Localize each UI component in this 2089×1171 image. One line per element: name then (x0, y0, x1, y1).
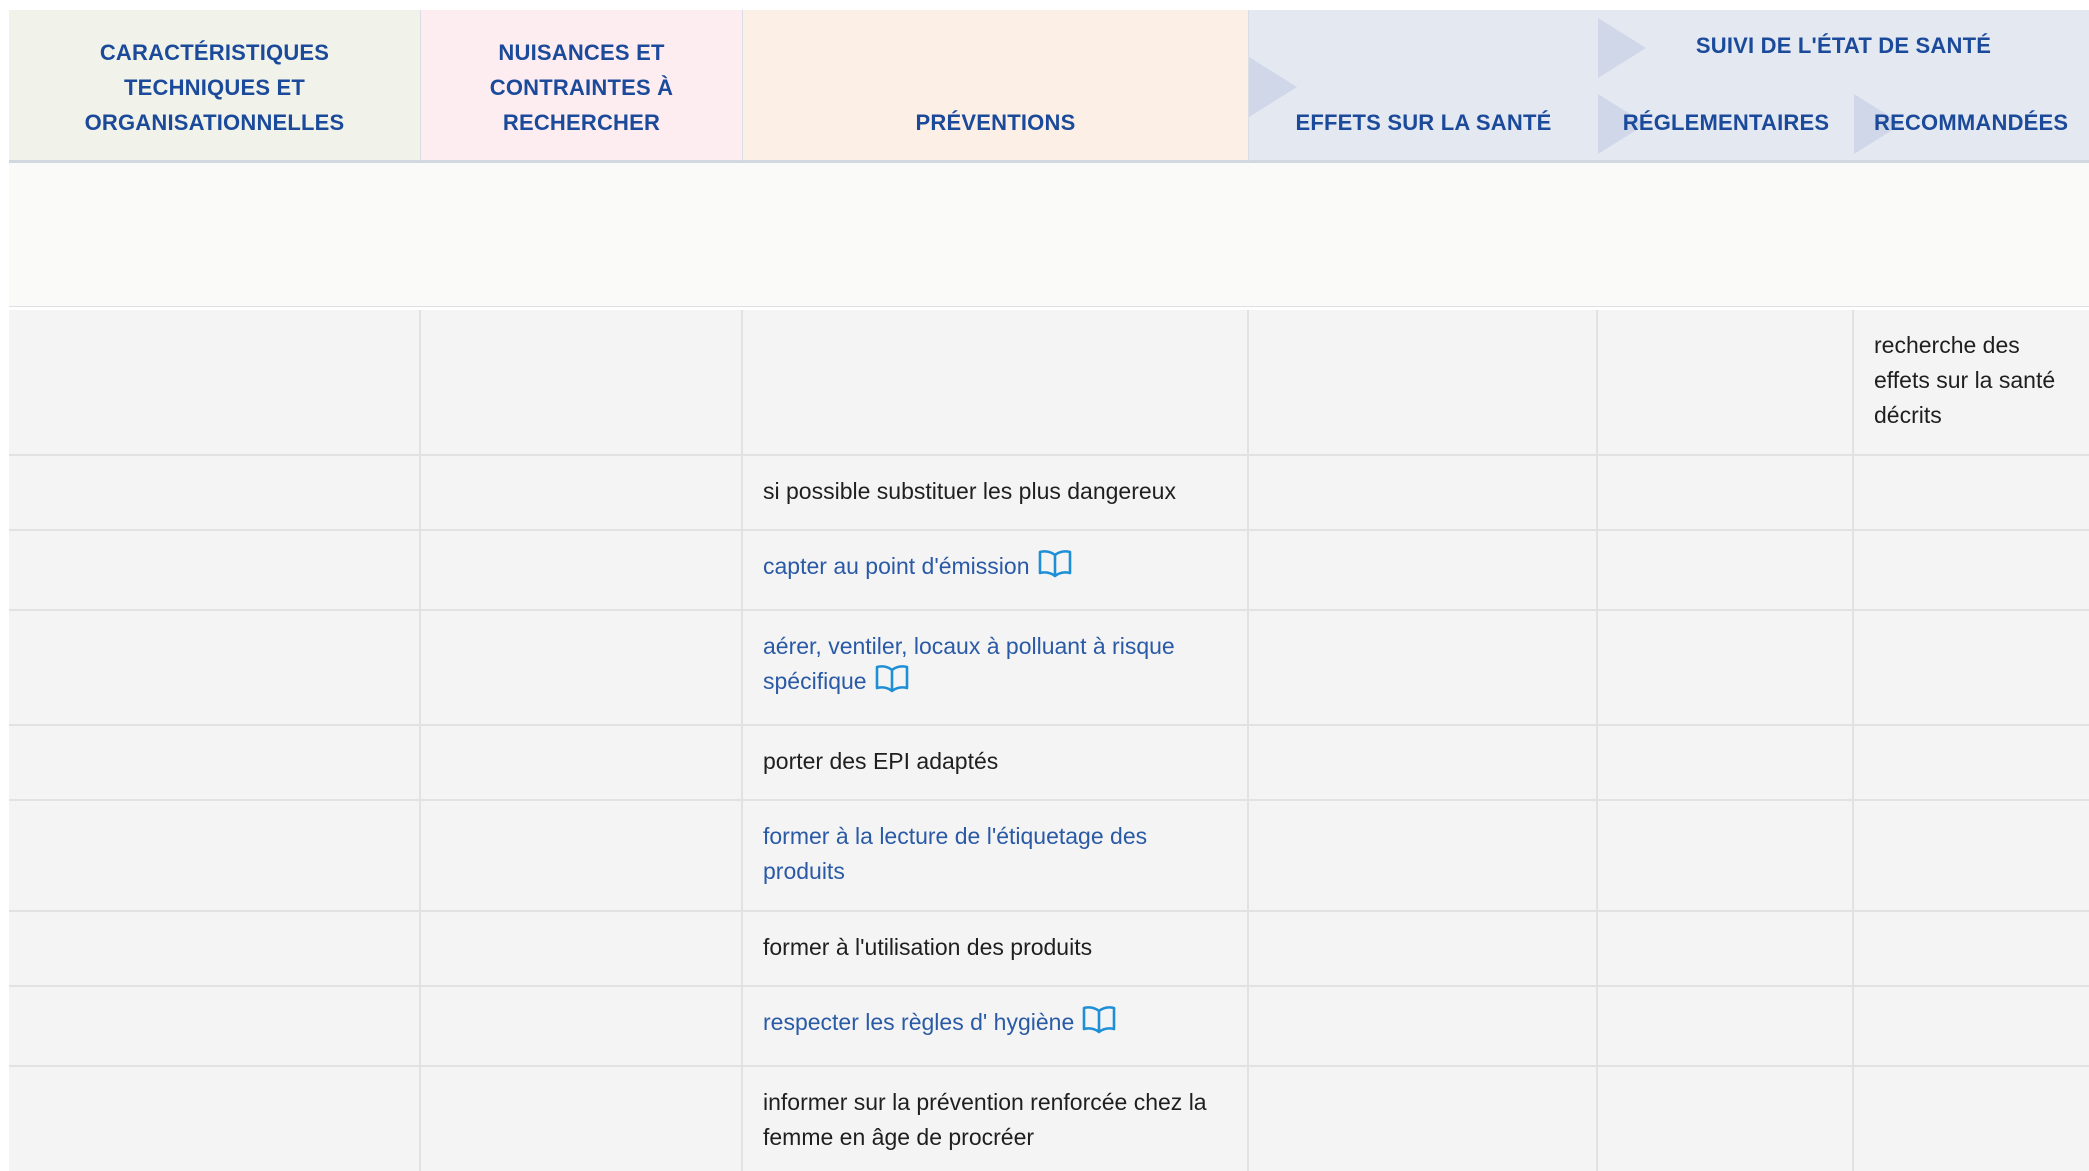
cell-recommended (1854, 611, 2089, 724)
cell-nuisances (421, 456, 743, 529)
header-regulatory: RÉGLEMENTAIRES (1622, 110, 1830, 135)
cell-technical (9, 987, 421, 1065)
book-icon[interactable] (875, 664, 909, 694)
prevention-text: si possible substituer les plus dangereu… (763, 478, 1176, 504)
book-icon[interactable] (1038, 549, 1072, 579)
cell-regulatory (1598, 987, 1854, 1065)
header-technical: CARACTÉRISTIQUES TECHNIQUES ET ORGANISAT… (9, 10, 421, 163)
cell-prevention (743, 310, 1249, 454)
prevention-text: former à l'utilisation des produits (763, 934, 1093, 960)
cell-regulatory (1598, 456, 1854, 529)
prevention-link[interactable]: aérer, ventiler, locaux à polluant à ris… (763, 629, 1233, 699)
prevention-link[interactable]: former à la lecture de l'étiquetage des … (763, 819, 1233, 889)
cell-recommended (1854, 726, 2089, 799)
prevention-link-text[interactable]: former à la lecture de l'étiquetage des … (763, 823, 1147, 884)
section-band (9, 163, 2089, 307)
cell-technical (9, 726, 421, 799)
table-row: informer sur la prévention renforcée che… (9, 1067, 2089, 1171)
cell-technical (9, 310, 421, 454)
cell-prevention: capter au point d'émission (743, 531, 1249, 609)
cell-prevention: informer sur la prévention renforcée che… (743, 1067, 1249, 1171)
cell-regulatory (1598, 531, 1854, 609)
cell-health-effects (1249, 456, 1598, 529)
cell-nuisances (421, 531, 743, 609)
cell-nuisances (421, 912, 743, 985)
cell-health-effects (1249, 531, 1598, 609)
header-recommended: RECOMMANDÉES (1874, 110, 2069, 135)
cell-recommended (1854, 912, 2089, 985)
cell-nuisances (421, 611, 743, 724)
cell-health-effects (1249, 611, 1598, 724)
cell-recommended (1854, 801, 2089, 910)
cell-technical (9, 456, 421, 529)
prevention-link-text[interactable]: aérer, ventiler, locaux à polluant à ris… (763, 633, 1175, 694)
header-technical-line: ORGANISATIONNELLES (84, 110, 345, 135)
cell-regulatory (1598, 1067, 1854, 1171)
table-row: capter au point d'émission (9, 531, 2089, 611)
cell-prevention: former à la lecture de l'étiquetage des … (743, 801, 1249, 910)
header-preventions-label: PRÉVENTIONS (915, 110, 1076, 135)
table-row: aérer, ventiler, locaux à polluant à ris… (9, 611, 2089, 726)
cell-recommended: recherche des effets sur la santé décrit… (1854, 310, 2089, 454)
cell-nuisances (421, 726, 743, 799)
cell-regulatory (1598, 801, 1854, 910)
prevention-link[interactable]: respecter les règles d' hygiène (763, 1005, 1233, 1040)
table-row: former à la lecture de l'étiquetage des … (9, 801, 2089, 912)
prevention-link-text[interactable]: capter au point d'émission (763, 553, 1030, 579)
table-row: si possible substituer les plus dangereu… (9, 456, 2089, 531)
cell-health-effects (1249, 912, 1598, 985)
cell-technical (9, 531, 421, 609)
prevention-text: informer sur la prévention renforcée che… (763, 1089, 1207, 1150)
cell-recommended (1854, 987, 2089, 1065)
prevention-link[interactable]: capter au point d'émission (763, 549, 1233, 584)
table-row: recherche des effets sur la santé décrit… (9, 310, 2089, 456)
cell-regulatory (1598, 611, 1854, 724)
header-health-group: EFFETS SUR LA SANTÉ SUIVI DE L'ÉTAT DE S… (1249, 10, 2089, 163)
cell-technical (9, 912, 421, 985)
cell-prevention: porter des EPI adaptés (743, 726, 1249, 799)
header-nuisances: NUISANCES ET CONTRAINTES À RECHERCHER (421, 10, 743, 163)
cell-technical (9, 1067, 421, 1171)
page-left-margin (0, 0, 9, 1171)
cell-prevention: former à l'utilisation des produits (743, 912, 1249, 985)
cell-health-effects (1249, 987, 1598, 1065)
cell-health-effects (1249, 726, 1598, 799)
cell-recommended (1854, 531, 2089, 609)
cell-recommended (1854, 1067, 2089, 1171)
prevention-text: porter des EPI adaptés (763, 748, 999, 774)
cell-regulatory (1598, 726, 1854, 799)
cell-prevention: respecter les règles d' hygiène (743, 987, 1249, 1065)
cell-health-effects (1249, 801, 1598, 910)
header-health-monitoring: SUIVI DE L'ÉTAT DE SANTÉ (1695, 33, 1992, 58)
header-nuisances-line: RECHERCHER (502, 110, 661, 135)
cell-prevention: aérer, ventiler, locaux à polluant à ris… (743, 611, 1249, 724)
cell-technical (9, 801, 421, 910)
cell-regulatory (1598, 912, 1854, 985)
cell-nuisances (421, 801, 743, 910)
book-icon[interactable] (1082, 1005, 1116, 1035)
cell-recommended (1854, 456, 2089, 529)
header-preventions: PRÉVENTIONS (743, 10, 1249, 163)
cell-prevention: si possible substituer les plus dangereu… (743, 456, 1249, 529)
header-nuisances-line: NUISANCES ET (498, 40, 665, 65)
cell-nuisances (421, 1067, 743, 1171)
risk-table: CARACTÉRISTIQUES TECHNIQUES ET ORGANISAT… (9, 10, 2089, 1171)
table-row: respecter les règles d' hygiène (9, 987, 2089, 1067)
cell-health-effects (1249, 310, 1598, 454)
header-health-effects: EFFETS SUR LA SANTÉ (1295, 110, 1552, 135)
cell-technical (9, 611, 421, 724)
table-row: porter des EPI adaptés (9, 726, 2089, 801)
cell-nuisances (421, 987, 743, 1065)
cell-regulatory (1598, 310, 1854, 454)
page-top-margin (0, 0, 2089, 10)
header-technical-line: CARACTÉRISTIQUES (99, 40, 330, 65)
prevention-link-text[interactable]: respecter les règles d' hygiène (763, 1009, 1074, 1035)
header-nuisances-line: CONTRAINTES À (489, 75, 674, 100)
cell-health-effects (1249, 1067, 1598, 1171)
table-row: former à l'utilisation des produits (9, 912, 2089, 987)
recommended-text: recherche des effets sur la santé décrit… (1874, 332, 2056, 428)
header-technical-line: TECHNIQUES ET (123, 75, 306, 100)
cell-nuisances (421, 310, 743, 454)
